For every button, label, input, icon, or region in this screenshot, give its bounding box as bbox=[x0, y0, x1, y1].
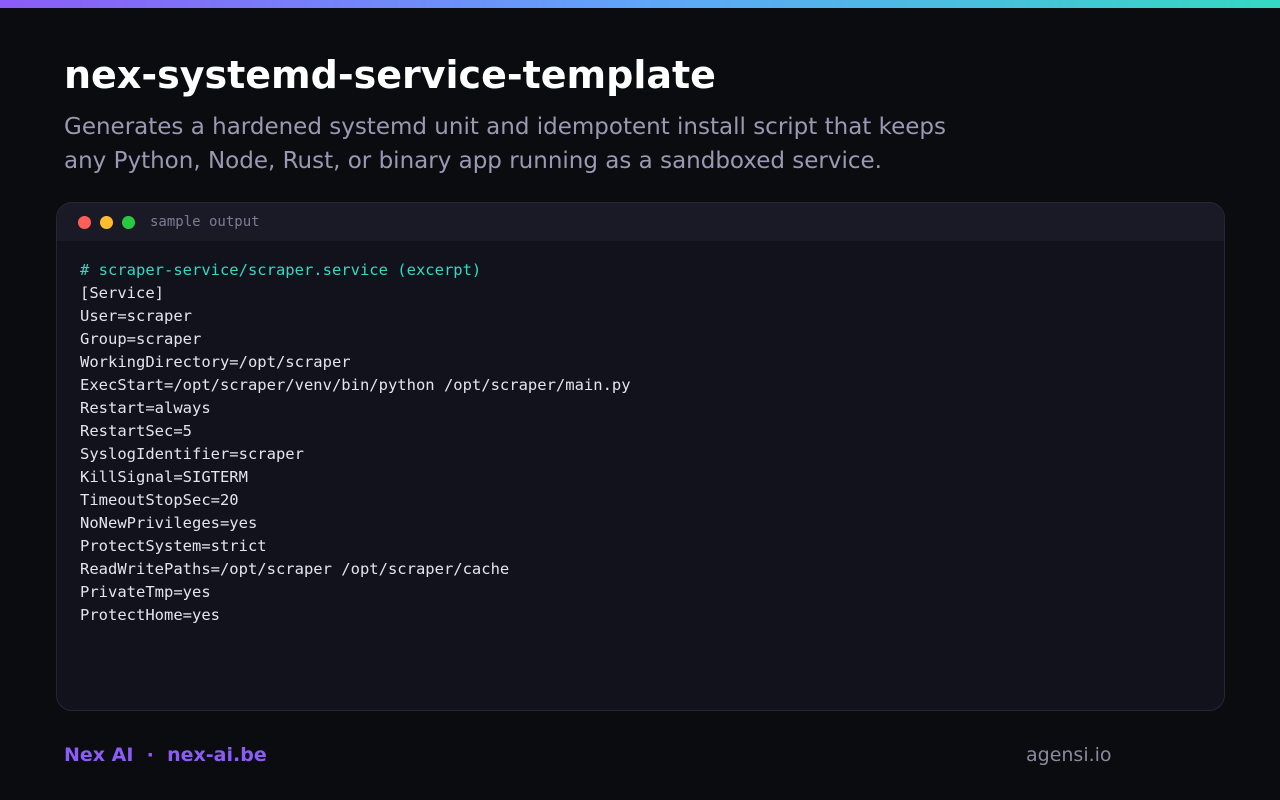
code-line: SyslogIdentifier=scraper bbox=[80, 445, 304, 463]
code-line: PrivateTmp=yes bbox=[80, 583, 211, 601]
code-line: NoNewPrivileges=yes bbox=[80, 514, 258, 532]
brand-site-link[interactable]: nex-ai.be bbox=[167, 744, 267, 766]
code-line: [Service] bbox=[80, 284, 164, 302]
code-line: RestartSec=5 bbox=[80, 422, 192, 440]
code-line: KillSignal=SIGTERM bbox=[80, 468, 248, 486]
page-title: nex-systemd-service-template bbox=[64, 53, 716, 97]
code-line: ProtectHome=yes bbox=[80, 606, 220, 624]
terminal-window: sample output # scraper-service/scraper.… bbox=[56, 202, 1225, 711]
minimize-dot-icon bbox=[100, 216, 113, 229]
code-line: TimeoutStopSec=20 bbox=[80, 491, 239, 509]
brand-name: Nex AI bbox=[64, 744, 134, 766]
maximize-dot-icon bbox=[122, 216, 135, 229]
code-line: Group=scraper bbox=[80, 330, 202, 348]
code-block: # scraper-service/scraper.service (excer… bbox=[80, 259, 631, 627]
terminal-title: sample output bbox=[150, 214, 260, 230]
page-subtitle: Generates a hardened systemd unit and id… bbox=[64, 114, 946, 174]
code-line: ExecStart=/opt/scraper/venv/bin/python /… bbox=[80, 376, 631, 394]
footer-separator: · bbox=[146, 744, 154, 766]
close-dot-icon bbox=[78, 216, 91, 229]
code-line: ProtectSystem=strict bbox=[80, 537, 267, 555]
footer-brand: Nex AI · nex-ai.be bbox=[64, 743, 267, 767]
terminal-header: sample output bbox=[57, 203, 1224, 241]
code-line: ReadWritePaths=/opt/scraper /opt/scraper… bbox=[80, 560, 510, 578]
code-line: Restart=always bbox=[80, 399, 211, 417]
footer-site-link[interactable]: agensi.io bbox=[1026, 743, 1112, 767]
code-line: # scraper-service/scraper.service (excer… bbox=[80, 261, 482, 279]
code-line: User=scraper bbox=[80, 307, 192, 325]
top-gradient-bar bbox=[0, 0, 1280, 8]
code-line: WorkingDirectory=/opt/scraper bbox=[80, 353, 351, 371]
